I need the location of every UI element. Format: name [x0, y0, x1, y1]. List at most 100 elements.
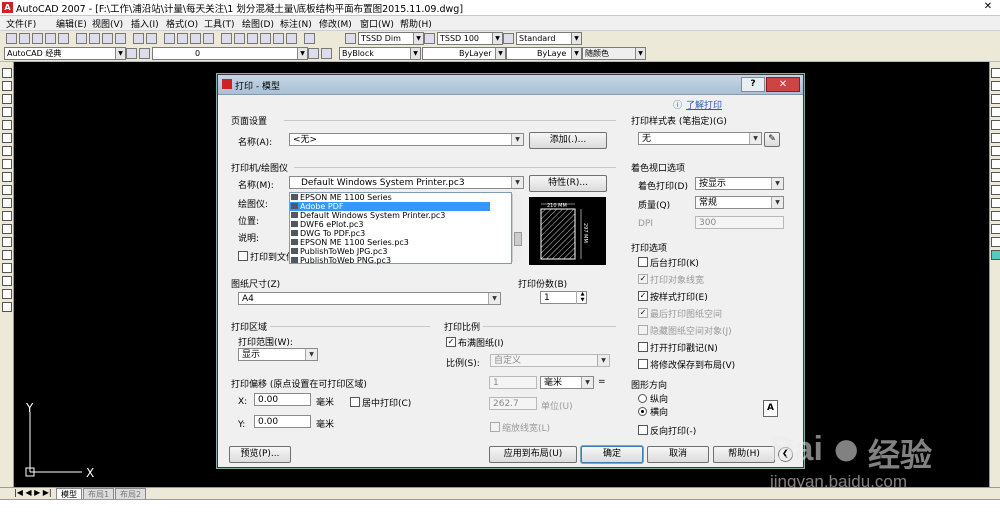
table-style-combo[interactable]: Standard ▼ [516, 32, 582, 45]
stretch-icon[interactable] [991, 172, 1000, 182]
dpi-input[interactable]: 300 [695, 216, 784, 229]
join-icon[interactable] [991, 224, 1000, 234]
list-item[interactable]: EPSON ME 1100 Series.pc3 [290, 238, 490, 247]
hatch-icon[interactable] [2, 250, 12, 260]
new-icon[interactable] [6, 33, 17, 44]
calculator-icon[interactable] [286, 33, 297, 44]
markup-icon[interactable] [273, 33, 284, 44]
move-icon[interactable] [991, 133, 1000, 143]
paperspace-last-checkbox[interactable]: ✓ [638, 308, 648, 318]
make-block-icon[interactable] [2, 224, 12, 234]
offset-x-input[interactable]: 0.00 [254, 393, 311, 406]
rotate-icon[interactable] [991, 146, 1000, 156]
scale-dropdown[interactable]: 自定义 ▼ [490, 354, 610, 367]
mtext-icon[interactable] [2, 302, 12, 312]
menu-edit[interactable]: 编辑(E) [56, 17, 87, 30]
dialog-close-icon[interactable]: ✕ [766, 77, 800, 92]
ellipse-icon[interactable] [2, 185, 12, 195]
hide-paperspace-checkbox[interactable] [638, 325, 648, 335]
mirror-icon[interactable] [991, 94, 1000, 104]
extend-icon[interactable] [991, 198, 1000, 208]
paste-icon[interactable] [102, 33, 113, 44]
plot-range-dropdown[interactable]: 显示 ▼ [238, 348, 318, 361]
menu-format[interactable]: 格式(O) [166, 17, 198, 30]
cancel-button[interactable]: 取消 [647, 446, 709, 463]
printer-properties-button[interactable]: 特性(R)... [529, 175, 607, 192]
layer-combo[interactable]: 0 ▼ [152, 47, 308, 60]
save-icon[interactable] [32, 33, 43, 44]
landscape-radio[interactable] [638, 407, 647, 416]
chamfer-icon[interactable] [991, 237, 1000, 247]
copy-icon[interactable] [89, 33, 100, 44]
ellipse-arc-icon[interactable] [2, 198, 12, 208]
zoom-previous-icon[interactable] [203, 33, 214, 44]
apply-to-layout-button[interactable]: 应用到布局(U) [489, 446, 577, 463]
region-icon[interactable] [2, 276, 12, 286]
copies-spinner-icon[interactable]: ▲ ▼ [576, 291, 588, 304]
menu-modify[interactable]: 修改(M) [319, 17, 352, 30]
background-plot-checkbox[interactable] [638, 257, 648, 267]
redo-icon[interactable] [146, 33, 157, 44]
menu-file[interactable]: 文件(F) [6, 17, 36, 30]
list-item[interactable]: Default Windows System Printer.pc3 [290, 211, 490, 220]
fit-to-paper-checkbox[interactable]: ✓ [446, 337, 456, 347]
list-item[interactable]: EPSON ME 1100 Series [290, 193, 490, 202]
workspace-combo[interactable]: AutoCAD 经典 ▼ [4, 47, 126, 60]
menu-tools[interactable]: 工具(T) [204, 17, 235, 30]
revcloud-icon[interactable] [2, 159, 12, 169]
list-item[interactable]: PublishToWeb PNG.pc3 [290, 256, 490, 265]
design-center-icon[interactable] [234, 33, 245, 44]
scale-units-input[interactable]: 262.7 [489, 397, 537, 410]
menu-draw[interactable]: 绘图(D) [242, 17, 274, 30]
printer-name-dropdown[interactable]: Default Windows System Printer.pc3 ▼ [289, 176, 524, 189]
print-icon[interactable] [45, 33, 56, 44]
portrait-radio[interactable] [638, 394, 647, 403]
plot-style-table-dropdown[interactable]: 无 ▼ [638, 132, 762, 145]
list-item[interactable]: DWF6 ePlot.pc3 [290, 220, 490, 229]
save-to-layout-checkbox[interactable] [638, 359, 648, 369]
array-icon[interactable] [991, 120, 1000, 130]
plot-stamp-checkbox[interactable] [638, 342, 648, 352]
menu-help[interactable]: 帮助(H) [400, 17, 432, 30]
plot-to-file-checkbox[interactable] [238, 251, 248, 261]
spline-icon[interactable] [2, 172, 12, 182]
add-page-setup-button[interactable]: 添加(.)... [529, 132, 607, 149]
point-icon[interactable] [2, 237, 12, 247]
gradient-icon[interactable] [2, 263, 12, 273]
fillet-icon[interactable] [991, 250, 1000, 260]
plot-upside-down-checkbox[interactable] [638, 425, 648, 435]
text-style-combo[interactable]: TSSD Dim ▼ [358, 32, 424, 45]
preview-icon[interactable] [58, 33, 69, 44]
circle-icon[interactable] [2, 146, 12, 156]
scale-lineweights-checkbox[interactable] [490, 422, 500, 432]
quality-dropdown[interactable]: 常规 ▼ [695, 196, 784, 209]
menu-window[interactable]: 窗口(W) [360, 17, 394, 30]
properties-icon[interactable] [221, 33, 232, 44]
menu-dimension[interactable]: 标注(N) [280, 17, 312, 30]
pan-icon[interactable] [164, 33, 175, 44]
linetype-combo[interactable]: ByLayer ▼ [422, 47, 506, 60]
layer-manager-icon[interactable] [139, 48, 150, 59]
insert-block-icon[interactable] [2, 211, 12, 221]
copy-object-icon[interactable] [991, 81, 1000, 91]
help-button[interactable]: 帮助(H) [713, 446, 775, 463]
help-question-icon[interactable]: ? [741, 77, 765, 92]
app-close-icon[interactable]: ✕ [978, 1, 998, 13]
erase-icon[interactable] [991, 68, 1000, 78]
polygon-icon[interactable] [2, 107, 12, 117]
scale-unit-dropdown[interactable]: 毫米 ▼ [540, 376, 594, 389]
line-icon[interactable] [2, 68, 12, 78]
list-item[interactable]: DWG To PDF.pc3 [290, 229, 490, 238]
dim-style-combo[interactable]: TSSD 100 ▼ [437, 32, 503, 45]
sheet-set-icon[interactable] [260, 33, 271, 44]
arc-icon[interactable] [2, 133, 12, 143]
list-item[interactable]: PublishToWeb JPG.pc3 [290, 247, 490, 256]
break-icon[interactable] [991, 211, 1000, 221]
open-icon[interactable] [19, 33, 30, 44]
tool-palette-icon[interactable] [247, 33, 258, 44]
paper-size-dropdown[interactable]: A4 ▼ [238, 292, 501, 305]
shade-plot-dropdown[interactable]: 按显示 ▼ [695, 177, 784, 190]
trim-icon[interactable] [991, 185, 1000, 195]
table-icon[interactable] [2, 289, 12, 299]
workspace-settings-icon[interactable] [126, 48, 137, 59]
